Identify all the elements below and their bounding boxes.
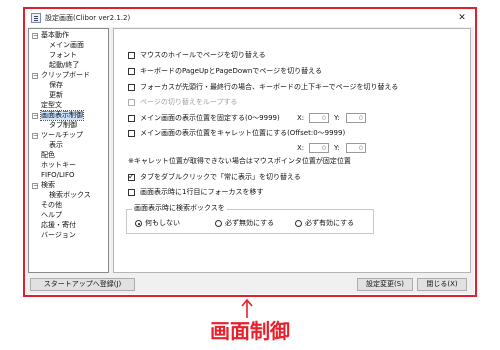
search-box-group: 画面表示時に検索ボックスを 何もしない 必ず無効にする 必ず有効にする [126, 204, 374, 234]
settings-nav-tree: − 基本動作 メイン画面 フォント 起動/終了 − クリップボード 保存 更新 … [28, 28, 109, 273]
radio-label: 何もしない [145, 219, 180, 227]
tree-item-save[interactable]: 保存 [49, 81, 63, 90]
group-title: 画面表示時に検索ボックスを [132, 204, 227, 213]
option-checkbox[interactable] [128, 115, 135, 122]
close-button[interactable]: 閉じる(X) [417, 278, 467, 291]
option-label: キーボードのPageUpとPageDownでページを切り替える [140, 67, 322, 75]
tree-item-hotkeys[interactable]: ホットキー [41, 161, 76, 170]
caret-note: ※キャレット位置が取得できない場合はマウスポインタ位置が固定位置 [128, 157, 351, 165]
tree-item-display-control[interactable]: 画面表示制御 [40, 110, 84, 121]
tree-item-other[interactable]: その他 [41, 201, 62, 210]
collapse-icon[interactable]: − [32, 133, 38, 139]
settings-window: 設定画面(Clibor ver2.1.2) ✕ − 基本動作 メイン画面 フォン… [26, 10, 474, 294]
caret-x-label: X: [297, 144, 305, 152]
window-title: 設定画面(Clibor ver2.1.2) [45, 14, 131, 22]
tree-item-help[interactable]: ヘルプ [41, 211, 62, 220]
option-checkbox [128, 99, 135, 106]
annotation-caption: 画面制御 [210, 319, 290, 343]
display-control-panel: マウスのホイールでページを切り替える キーボードのPageUpとPageDown… [113, 28, 471, 273]
app-icon [31, 13, 41, 23]
fixed-y-input[interactable]: 0 [346, 113, 366, 123]
fixed-y-label: Y: [334, 114, 340, 122]
option-label: メイン画面の表示位置を固定する(0〜9999) [140, 114, 280, 122]
tree-item-version[interactable]: バージョン [41, 231, 76, 240]
option-checkbox[interactable] [128, 84, 135, 91]
tree-item-main-window[interactable]: メイン画面 [49, 41, 84, 50]
radio-label: 必ず有効にする [305, 219, 355, 227]
collapse-icon[interactable]: − [32, 73, 38, 79]
radio-button[interactable] [295, 220, 302, 227]
option-label: メイン画面の表示位置をキャレット位置にする(Offset:0〜9999) [140, 129, 346, 137]
tree-item-font[interactable]: フォント [49, 51, 77, 60]
arrow-up-icon [241, 298, 253, 318]
option-label: 画面表示時に1行目にフォーカスを移す [140, 188, 264, 196]
title-bar: 設定画面(Clibor ver2.1.2) ✕ [26, 10, 474, 27]
option-checkbox[interactable] [128, 189, 135, 196]
tree-item-clipboard[interactable]: クリップボード [41, 71, 90, 80]
radio-button[interactable] [135, 220, 142, 227]
register-startup-button[interactable]: スタートアップへ登録(J) [30, 278, 135, 291]
option-label: タブをダブルクリックで「常に表示」を切り替える [140, 173, 301, 181]
option-checkbox[interactable] [128, 68, 135, 75]
close-window-icon[interactable]: ✕ [454, 11, 470, 25]
tree-item-search-box[interactable]: 検索ボックス [49, 191, 91, 200]
option-label: マウスのホイールでページを切り替える [140, 51, 266, 59]
option-checkbox[interactable] [128, 130, 135, 137]
caret-y-input[interactable]: 0 [346, 143, 366, 153]
option-label: フォーカスが先頭行・最終行の場合、キーボードの上下キーでページを切り替える [140, 83, 399, 91]
collapse-icon[interactable]: − [32, 33, 38, 39]
tree-item-startup-exit[interactable]: 起動/終了 [49, 61, 79, 70]
option-checkbox[interactable] [128, 52, 135, 59]
option-label: ページの切り替えをループする [140, 98, 238, 106]
tree-item-basic[interactable]: 基本動作 [41, 31, 69, 40]
fixed-x-input[interactable]: 0 [309, 113, 329, 123]
apply-settings-button[interactable]: 設定変更(S) [357, 278, 413, 291]
collapse-icon[interactable]: − [32, 183, 38, 189]
tree-item-tab-control[interactable]: タブ制御 [49, 121, 77, 130]
tree-item-tooltip[interactable]: ツールチップ [41, 131, 83, 140]
radio-label: 必ず無効にする [225, 219, 275, 227]
tree-item-support[interactable]: 応援・寄付 [41, 221, 76, 230]
collapse-icon[interactable]: − [32, 113, 38, 119]
fixed-x-label: X: [297, 114, 305, 122]
tree-item-colors[interactable]: 配色 [41, 151, 55, 160]
tree-item-templates[interactable]: 定型文 [41, 101, 62, 110]
tree-item-update[interactable]: 更新 [49, 91, 63, 100]
radio-button[interactable] [215, 220, 222, 227]
caret-y-label: Y: [334, 144, 340, 152]
tree-item-search[interactable]: 検索 [41, 181, 55, 190]
tree-item-fifo-lifo[interactable]: FIFO/LIFO [41, 171, 75, 180]
tree-item-display[interactable]: 表示 [49, 141, 63, 150]
caret-x-input[interactable]: 0 [309, 143, 329, 153]
option-checkbox[interactable] [128, 172, 135, 181]
